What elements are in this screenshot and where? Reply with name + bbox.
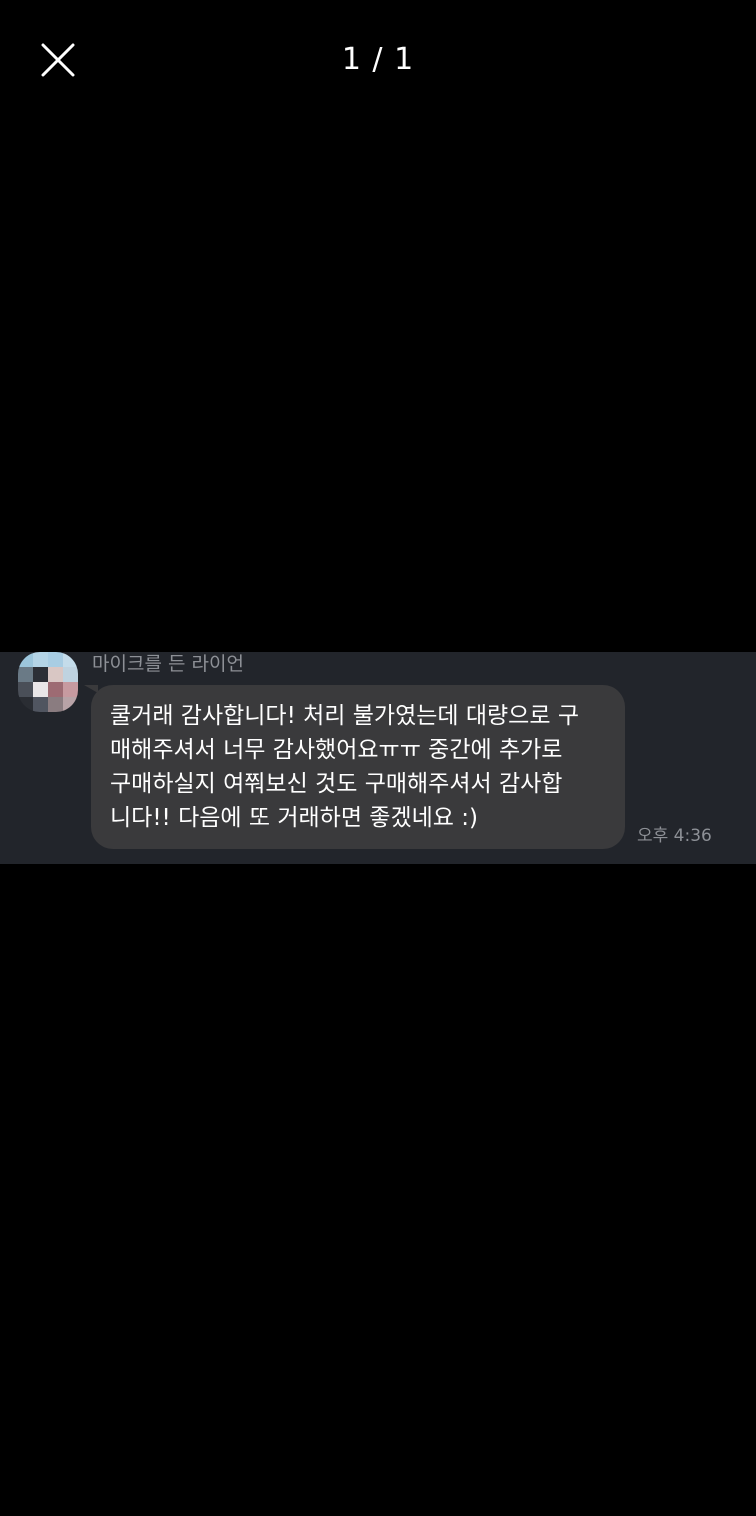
message-text-line: 쿨거래 감사합니다! 처리 불가였는데 대량으로 구 xyxy=(110,703,579,729)
message-text-line: 니다!! 다음에 또 거래하면 좋겠네요 :) xyxy=(110,805,478,831)
viewer-top-bar: 1 / 1 xyxy=(0,0,756,120)
message-text-line: 매해주셔서 너무 감사했어요ㅠㅠ 중간에 추가로 xyxy=(110,737,563,763)
message-timestamp: 오후 4:36 xyxy=(637,826,712,846)
profile-avatar[interactable] xyxy=(18,652,78,712)
message-text-line: 구매하실지 여쭤보신 것도 구매해주셔서 감사합 xyxy=(110,771,563,797)
message-bubble[interactable]: 쿨거래 감사합니다! 처리 불가였는데 대량으로 구 매해주셔서 너무 감사했어… xyxy=(91,685,625,849)
shared-chat-screenshot[interactable]: 마이크를 든 라이언 쿨거래 감사합니다! 처리 불가였는데 대량으로 구 매해… xyxy=(0,652,756,864)
page-counter: 1 / 1 xyxy=(341,42,415,77)
sender-name: 마이크를 든 라이언 xyxy=(92,653,244,675)
